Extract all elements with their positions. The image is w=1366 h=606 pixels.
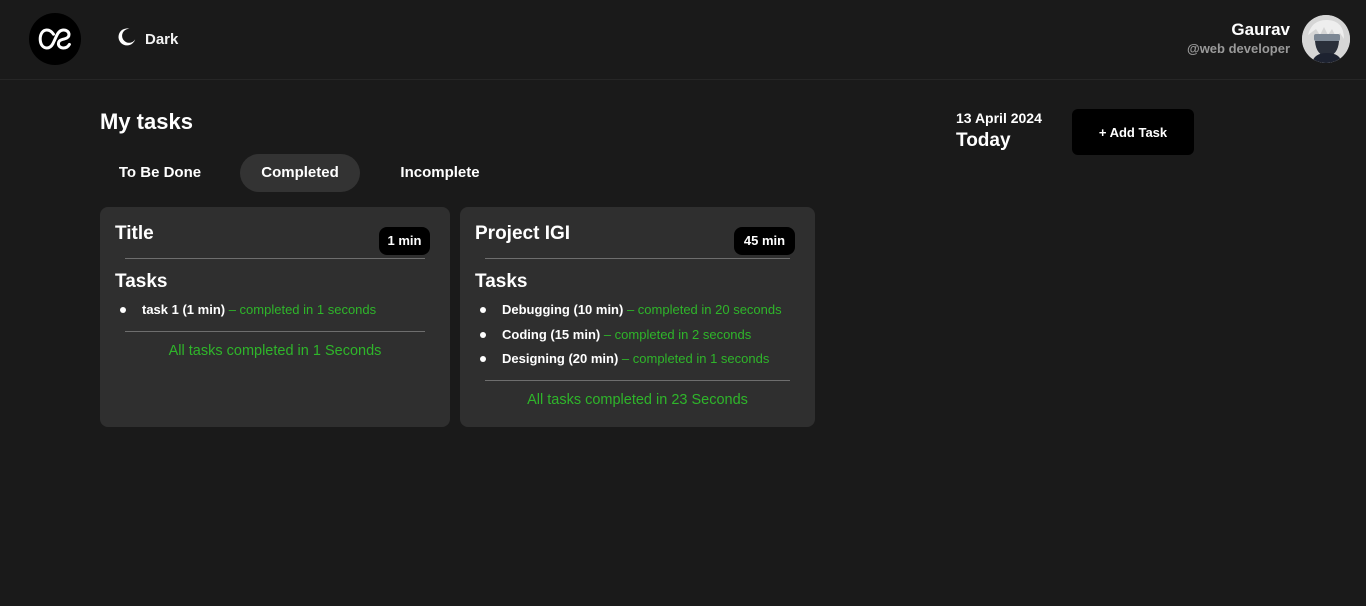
tasks-heading: Tasks xyxy=(115,271,168,292)
task-name: Designing (20 min) xyxy=(502,351,619,366)
time-badge: 45 min xyxy=(734,227,795,255)
bullet-icon xyxy=(480,331,486,338)
today-label: Today xyxy=(956,130,1011,151)
avatar[interactable] xyxy=(1302,15,1350,63)
top-navbar: Dark Gaurav @web developer xyxy=(0,0,1366,80)
completion-summary: All tasks completed in 1 Seconds xyxy=(168,343,382,359)
time-badge: 1 min xyxy=(379,227,430,255)
tab-completed[interactable]: Completed xyxy=(240,154,360,192)
task-status: – completed in 1 seconds xyxy=(621,351,770,366)
bullet-icon xyxy=(480,307,486,313)
list-item: task 1 (1 min) – completed in 1 seconds xyxy=(115,298,376,323)
add-task-button[interactable]: + Add Task xyxy=(1072,109,1194,155)
tab-incomplete[interactable]: Incomplete xyxy=(380,154,500,192)
task-list: Debugging (10 min) – completed in 20 sec… xyxy=(475,298,782,372)
card-title: Project IGI xyxy=(475,223,571,244)
user-name: Gaurav xyxy=(1231,20,1290,39)
tab-to-be-done[interactable]: To Be Done xyxy=(100,154,220,192)
completion-summary: All tasks completed in 23 Seconds xyxy=(527,392,748,408)
task-list: task 1 (1 min) – completed in 1 seconds xyxy=(115,298,376,323)
divider xyxy=(125,331,425,332)
task-status: – completed in 20 seconds xyxy=(626,302,782,317)
date-block: 13 April 2024 Today xyxy=(956,109,1042,155)
page-title: My tasks xyxy=(100,109,193,134)
theme-toggle[interactable]: Dark xyxy=(117,27,179,52)
lastfm-logo-icon[interactable] xyxy=(29,13,81,65)
task-status: – completed in 1 seconds xyxy=(228,302,377,317)
task-name: Coding (15 min) xyxy=(502,326,601,342)
task-name: Debugging (10 min) xyxy=(502,302,624,317)
divider xyxy=(125,258,425,259)
list-item: Coding (15 min) – completed in 2 seconds xyxy=(475,323,782,348)
moon-icon xyxy=(117,27,137,52)
user-handle: @web developer xyxy=(1187,41,1290,56)
list-item: Designing (20 min) – completed in 1 seco… xyxy=(475,347,782,372)
user-info: Gaurav @web developer xyxy=(1187,19,1290,58)
card-title: Title xyxy=(115,223,154,244)
task-status: – completed in 2 seconds xyxy=(603,326,752,342)
tasks-heading: Tasks xyxy=(475,271,528,292)
bullet-icon xyxy=(120,307,126,313)
task-name: task 1 (1 min) xyxy=(142,302,226,317)
theme-label: Dark xyxy=(145,30,179,48)
list-item: Debugging (10 min) – completed in 20 sec… xyxy=(475,298,782,323)
bullet-icon xyxy=(480,356,486,362)
current-date: 13 April 2024 xyxy=(956,110,1042,126)
divider xyxy=(485,258,790,259)
divider xyxy=(485,380,790,381)
